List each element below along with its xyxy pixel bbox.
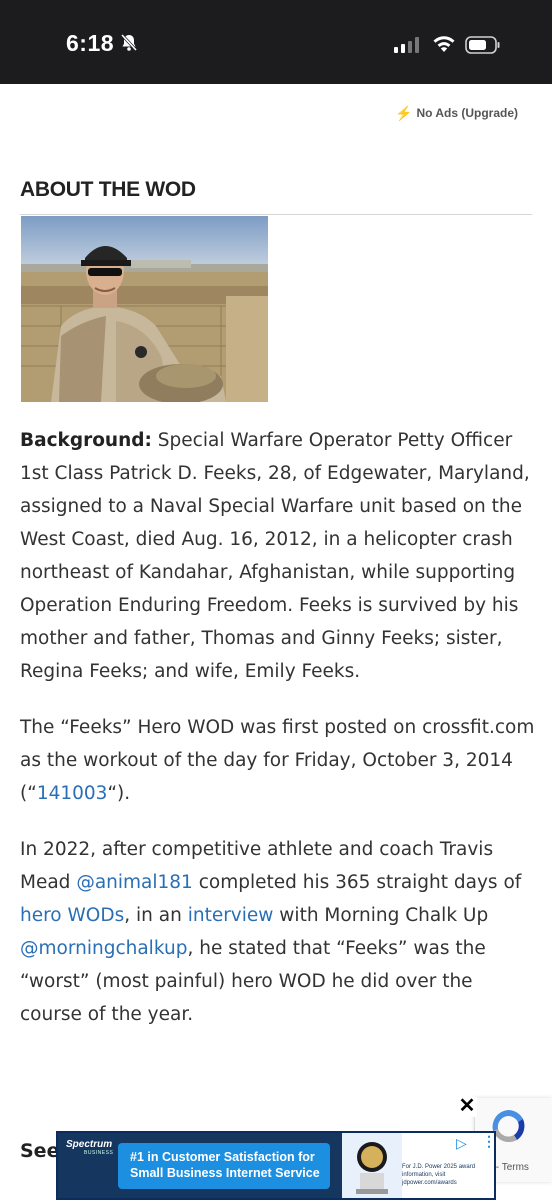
animal181-link[interactable]: @animal181	[76, 872, 193, 893]
paragraph-text: completed his 365 straight days of	[192, 872, 522, 893]
ad-headline-box: #1 in Customer Satisfaction for Small Bu…	[118, 1143, 330, 1189]
battery-icon	[465, 36, 500, 54]
first-posted-text-end: “).	[107, 783, 131, 804]
background-text: Special Warfare Operator Petty Officer 1…	[20, 430, 530, 682]
section-title: ABOUT THE WOD	[20, 178, 196, 201]
hero-photo	[21, 216, 268, 402]
ad-brand-logo: Spectrum	[66, 1139, 113, 1150]
ad-headline: #1 in Customer Satisfaction for Small Bu…	[130, 1150, 320, 1180]
ad-fine-print: For J.D. Power 2025 award information, v…	[402, 1164, 476, 1186]
first-posted-paragraph: The “Feeks” Hero WOD was first posted on…	[20, 711, 535, 810]
ad-choices-icon[interactable]: ▷	[456, 1135, 467, 1152]
travis-mead-paragraph: In 2022, after competitive athlete and c…	[20, 833, 535, 1031]
ad-brand-sub: BUSINESS	[84, 1150, 114, 1156]
no-ads-upgrade-link[interactable]: ⚡ No Ads (Upgrade)	[395, 106, 518, 120]
article-body: Background: Special Warfare Operator Pet…	[20, 424, 535, 1054]
interview-link[interactable]: interview	[188, 905, 274, 926]
award-trophy-icon	[342, 1133, 402, 1198]
lightning-bolt-icon: ⚡	[395, 105, 413, 121]
status-time: 6:18	[66, 30, 115, 56]
status-bar: 6:18	[0, 0, 552, 84]
see-also-heading: See	[20, 1140, 60, 1162]
ad-left-panel: Spectrum BUSINESS #1 in Customer Satisfa…	[58, 1133, 342, 1198]
ad-banner[interactable]: Spectrum BUSINESS #1 in Customer Satisfa…	[56, 1131, 496, 1200]
signal-icon	[394, 37, 419, 53]
workout-date-link[interactable]: 141003	[37, 783, 108, 804]
ad-close-button[interactable]: ✕	[457, 1096, 477, 1117]
no-ads-label: No Ads (Upgrade)	[416, 106, 518, 120]
wifi-icon	[433, 36, 455, 52]
background-paragraph: Background: Special Warfare Operator Pet…	[20, 424, 535, 688]
hero-wods-link[interactable]: hero WODs	[20, 905, 124, 926]
background-label: Background:	[20, 430, 152, 451]
title-divider	[20, 214, 532, 215]
bell-slash-icon	[120, 33, 138, 52]
ad-more-options-icon[interactable]: ⋮	[482, 1133, 494, 1150]
paragraph-text: with Morning Chalk Up	[273, 905, 489, 926]
paragraph-text: , in an	[124, 905, 188, 926]
morningchalkup-link[interactable]: @morningchalkup	[20, 938, 187, 959]
